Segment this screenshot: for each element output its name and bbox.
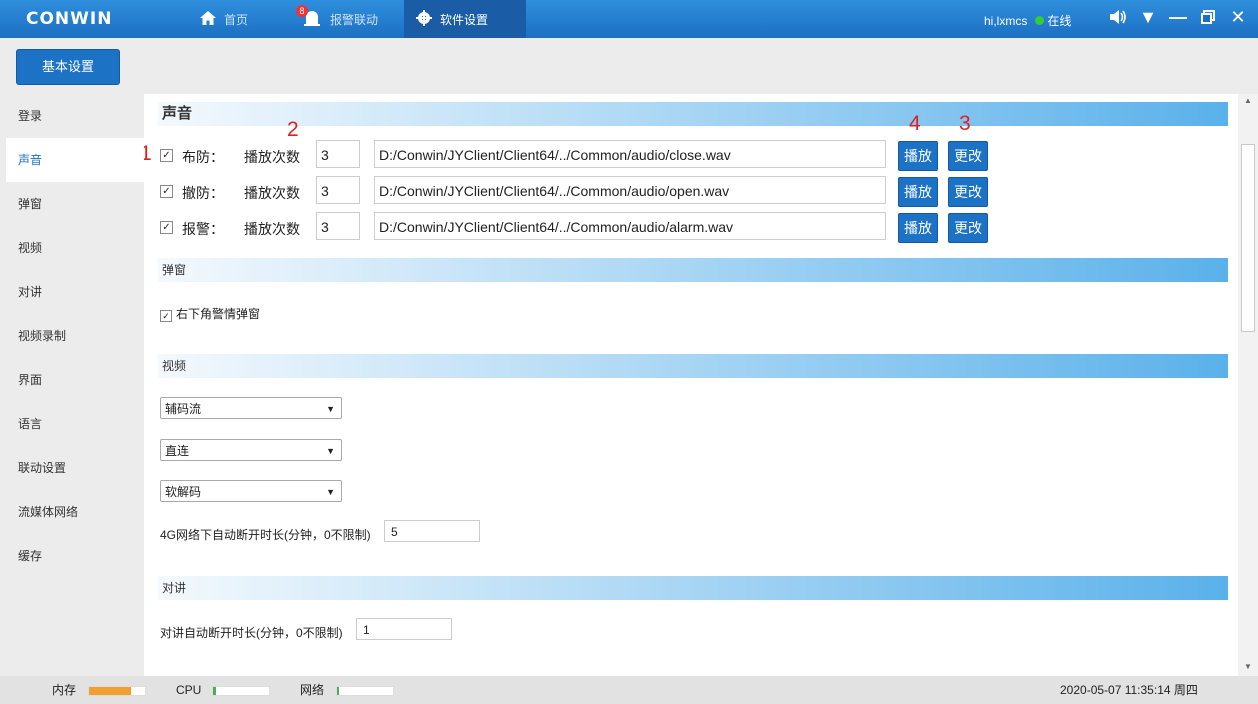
- disarm-play-count-input[interactable]: 3: [316, 176, 360, 204]
- alarm-change-button[interactable]: 更改: [948, 213, 988, 243]
- cpu-label: CPU: [176, 683, 202, 697]
- alarm-checkbox[interactable]: ✓: [160, 221, 173, 234]
- sidebar-item-popup[interactable]: 弹窗: [6, 182, 144, 226]
- arm-change-button[interactable]: 更改: [948, 141, 988, 171]
- username: hi,lxmcs: [984, 14, 1028, 28]
- scrollbar-thumb[interactable]: [1241, 144, 1255, 332]
- nav-alarm-linkage[interactable]: 8 报警联动: [290, 0, 390, 38]
- connection-select[interactable]: 直连 ▼: [160, 439, 342, 461]
- home-icon: [200, 10, 216, 28]
- app-logo: CONWIN: [26, 9, 113, 29]
- dropdown-icon[interactable]: ▼: [1133, 7, 1163, 28]
- memory-label: 内存: [52, 683, 77, 697]
- arm-label: 布防：: [182, 149, 224, 165]
- status-bar: 内存 CPU 网络 2020-05-07 11:35:14 周四: [0, 676, 1258, 704]
- memory-usage-fill: [89, 687, 131, 695]
- sidebar-item-cache[interactable]: 缓存: [6, 534, 144, 578]
- popup-checkbox[interactable]: ✓: [160, 310, 172, 322]
- disarm-checkbox[interactable]: ✓: [160, 185, 173, 198]
- disarm-change-button[interactable]: 更改: [948, 177, 988, 207]
- disarm-label: 撤防：: [182, 185, 224, 201]
- scroll-down-icon[interactable]: ▼: [1244, 662, 1252, 671]
- speaker-icon[interactable]: [1103, 7, 1133, 28]
- annotation-2: 2: [287, 118, 299, 141]
- sidebar-item-interface[interactable]: 界面: [6, 358, 144, 402]
- gear-icon: [416, 9, 432, 29]
- title-bar: CONWIN 首页 8 报警联动 软件设置 hi,lxmcs 在线 ▼ — ✕: [0, 0, 1258, 38]
- nav-home-label: 首页: [224, 12, 249, 27]
- sidebar-item-intercom[interactable]: 对讲: [6, 270, 144, 314]
- intercom-timeout-label: 对讲自动断开时长(分钟，0不限制): [160, 626, 343, 640]
- arm-play-count-input[interactable]: 3: [316, 140, 360, 168]
- stream-select-value: 辅码流: [165, 402, 202, 416]
- online-dot-icon: [1035, 16, 1045, 25]
- alarm-label: 报警：: [182, 221, 224, 237]
- connection-select-value: 直连: [165, 444, 190, 458]
- sound-row-alarm: ✓ 报警： 播放次数 3 D:/Conwin/JYClient/Client64…: [160, 212, 1220, 244]
- arm-play-button[interactable]: 播放: [898, 141, 938, 171]
- scroll-up-icon[interactable]: ▲: [1244, 96, 1252, 105]
- window-controls: ▼ — ✕: [1103, 7, 1253, 28]
- user-status: hi,lxmcs 在线: [984, 12, 1071, 29]
- alarm-count-badge: 8: [296, 5, 308, 17]
- sound-row-arm: ✓ 布防： 播放次数 3 D:/Conwin/JYClient/Client64…: [160, 140, 1220, 172]
- play-count-label: 播放次数: [244, 221, 300, 237]
- popup-option-label: 右下角警情弹窗: [176, 307, 261, 321]
- stream-select[interactable]: 辅码流 ▼: [160, 397, 342, 419]
- sidebar-item-streaming-network[interactable]: 流媒体网络: [6, 490, 144, 534]
- section-video-header: 视频: [158, 354, 1228, 378]
- sidebar-item-linkage[interactable]: 联动设置: [6, 446, 144, 490]
- intercom-timeout-input[interactable]: 1: [356, 618, 452, 640]
- annotation-3: 3: [959, 112, 971, 135]
- sidebar-item-video-recording[interactable]: 视频录制: [6, 314, 144, 358]
- nav-settings-label: 软件设置: [440, 12, 489, 27]
- section-sound-header: 声音: [158, 102, 1228, 126]
- sidebar-item-sound[interactable]: 声音: [6, 138, 144, 182]
- nav-home[interactable]: 首页: [188, 0, 260, 38]
- section-popup-header: 弹窗: [158, 258, 1228, 282]
- alarm-play-button[interactable]: 播放: [898, 213, 938, 243]
- sound-row-disarm: ✓ 撤防： 播放次数 3 D:/Conwin/JYClient/Client64…: [160, 176, 1220, 208]
- cpu-usage-bar: [212, 686, 270, 696]
- popup-option[interactable]: ✓ 右下角警情弹窗: [160, 305, 260, 322]
- chevron-down-icon: ▼: [326, 487, 335, 497]
- minimize-icon[interactable]: —: [1163, 7, 1193, 28]
- sidebar-item-video[interactable]: 视频: [6, 226, 144, 270]
- status-datetime: 2020-05-07 11:35:14 周四: [1060, 683, 1198, 697]
- nav-alarm-label: 报警联动: [330, 12, 379, 27]
- settings-sidebar: 登录 声音 弹窗 视频 对讲 视频录制 界面 语言 联动设置 流媒体网络 缓存: [6, 94, 144, 676]
- vertical-scrollbar[interactable]: ▲ ▼: [1238, 94, 1258, 676]
- play-count-label: 播放次数: [244, 185, 300, 201]
- 4g-timeout-input[interactable]: 5: [384, 520, 480, 542]
- decode-select-value: 软解码: [165, 485, 202, 499]
- sidebar-item-login[interactable]: 登录: [6, 94, 144, 138]
- arm-audio-path-input[interactable]: D:/Conwin/JYClient/Client64/../Common/au…: [374, 140, 886, 168]
- chevron-down-icon: ▼: [326, 404, 335, 414]
- network-usage-fill: [337, 687, 339, 695]
- settings-content: 声音 1 2 3 4 ✓ 布防： 播放次数 3 D:/Conwin/JYClie…: [144, 94, 1238, 676]
- disarm-audio-path-input[interactable]: D:/Conwin/JYClient/Client64/../Common/au…: [374, 176, 886, 204]
- arm-checkbox[interactable]: ✓: [160, 149, 173, 162]
- network-usage-bar: [336, 686, 394, 696]
- annotation-4: 4: [909, 112, 921, 135]
- play-count-label: 播放次数: [244, 149, 300, 165]
- section-intercom-header: 对讲: [158, 576, 1228, 600]
- restore-icon[interactable]: [1193, 7, 1223, 28]
- nav-software-settings[interactable]: 软件设置: [404, 0, 526, 38]
- online-status: 在线: [1047, 14, 1072, 28]
- chevron-down-icon: ▼: [326, 446, 335, 456]
- cpu-usage-fill: [213, 687, 216, 695]
- disarm-play-button[interactable]: 播放: [898, 177, 938, 207]
- alarm-play-count-input[interactable]: 3: [316, 212, 360, 240]
- network-label: 网络: [300, 683, 325, 697]
- sidebar-item-language[interactable]: 语言: [6, 402, 144, 446]
- 4g-timeout-label: 4G网络下自动断开时长(分钟，0不限制): [160, 528, 371, 542]
- basic-settings-button[interactable]: 基本设置: [16, 49, 120, 85]
- annotation-1: 1: [144, 142, 152, 165]
- decode-select[interactable]: 软解码 ▼: [160, 480, 342, 502]
- close-icon[interactable]: ✕: [1223, 7, 1253, 28]
- toolbar: 基本设置: [0, 38, 1258, 94]
- memory-usage-bar: [88, 686, 146, 696]
- alarm-audio-path-input[interactable]: D:/Conwin/JYClient/Client64/../Common/au…: [374, 212, 886, 240]
